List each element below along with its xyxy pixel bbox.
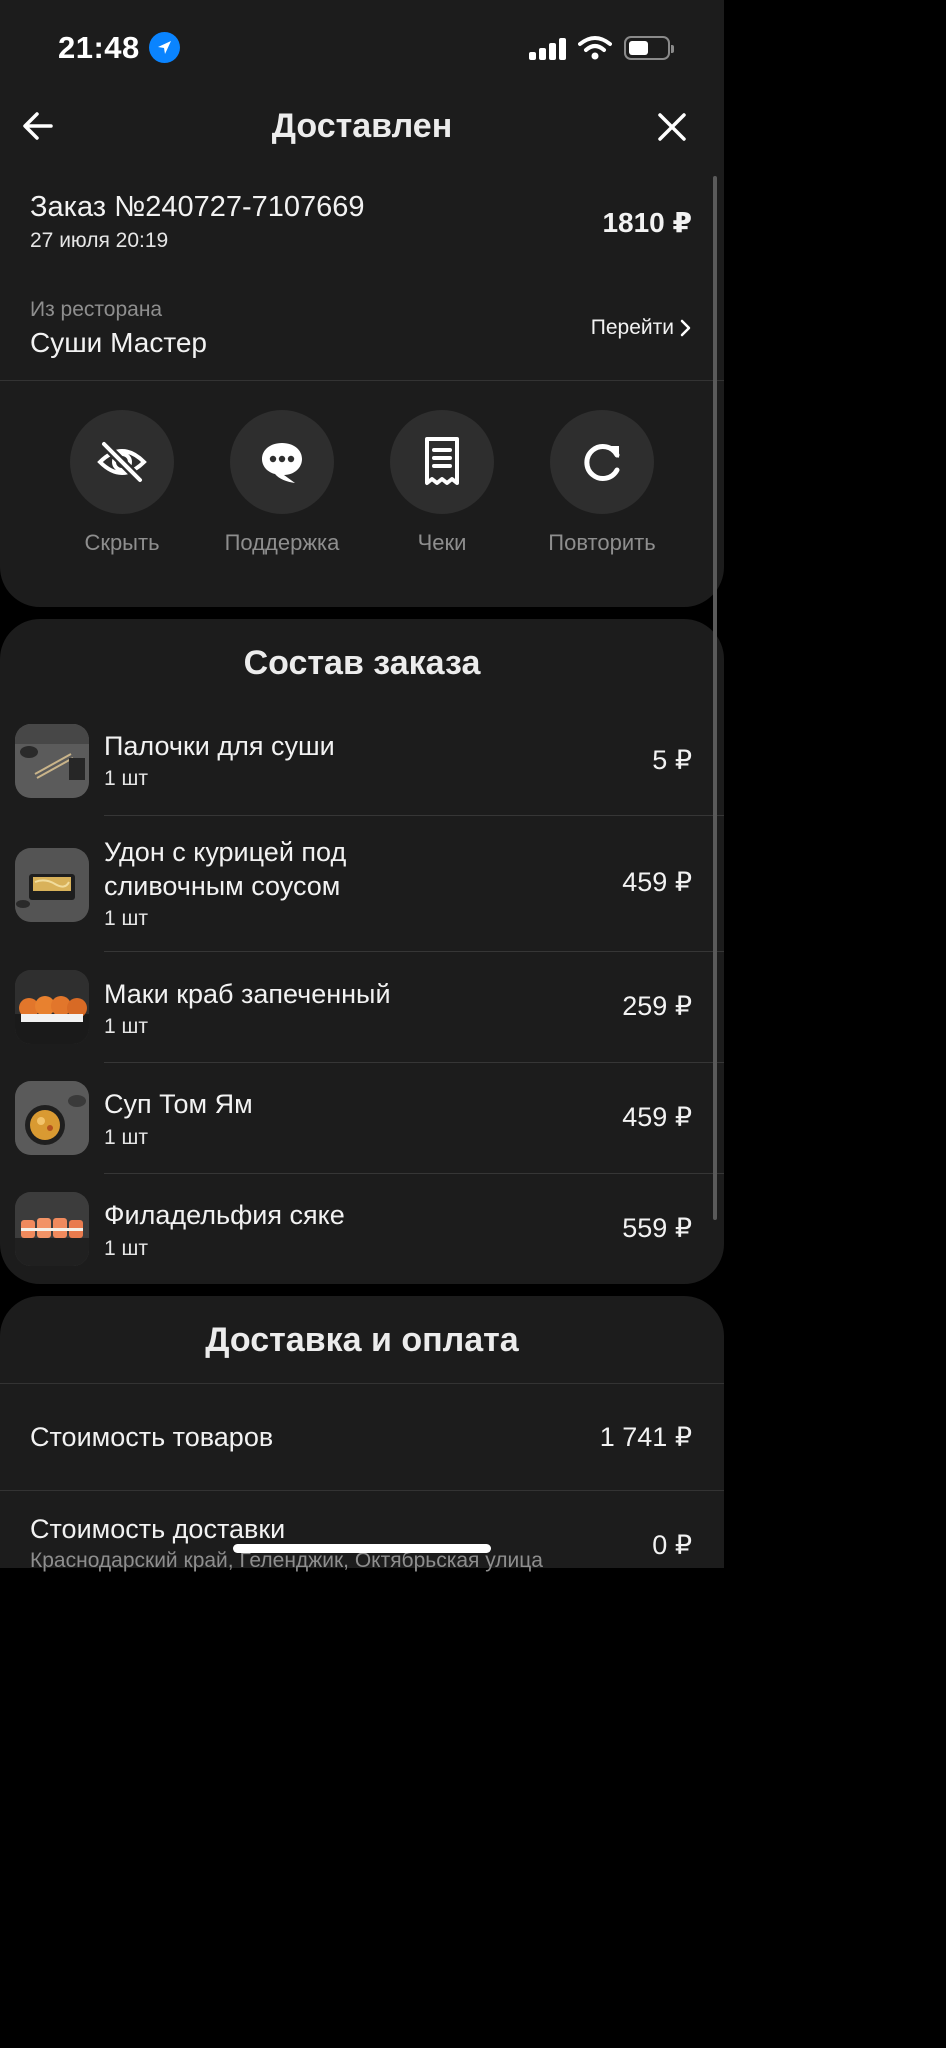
goto-restaurant-link[interactable]: Перейти [591,316,692,340]
item-photo [15,1081,89,1155]
order-total: 1810 ₽ [602,207,692,238]
item-name: Маки краб запеченный [104,979,391,1009]
chevron-right-icon [680,319,691,337]
divider [0,1490,724,1491]
wifi-icon [578,36,612,60]
repeat-order-button[interactable]: Повторить [522,410,682,556]
item-divider [104,951,724,952]
item-name: Палочки для суши [104,731,335,761]
item-name: Филадельфия сяке [104,1200,345,1230]
item-quantity: 1 шт [104,1237,148,1260]
status-bar: 21:48 [0,0,724,96]
goto-label: Перейти [590,316,674,339]
delivery-cost-label: Стоимость доставки [30,1514,286,1544]
hide-button-circle[interactable] [70,410,174,514]
status-time: 21:48 [58,30,140,65]
receipt-icon [425,437,459,485]
item-quantity: 1 шт [104,1126,148,1149]
order-date: 27 июля 20:19 [30,229,169,252]
item-photo [15,1192,89,1266]
section-title-composition: Состав заказа [243,644,481,682]
support-button-circle[interactable] [230,410,334,514]
delivery-cost-value: 0 ₽ [652,1530,692,1560]
repeat-button-circle[interactable] [550,410,654,514]
close-icon[interactable] [655,110,689,144]
item-divider [104,1173,724,1174]
cellular-signal-icon [529,38,567,60]
hide-order-button[interactable]: Скрыть [42,410,202,556]
hide-label: Скрыть [84,530,160,555]
item-name: Суп Том Ям [104,1089,253,1119]
item-photo [15,724,89,798]
item-price: 5 ₽ [652,745,692,775]
receipts-label: Чеки [417,530,467,555]
item-quantity: 1 шт [104,767,148,790]
eye-off-icon [97,439,147,485]
goods-cost-value: 1 741 ₽ [599,1422,692,1452]
support-label: Поддержка [224,530,340,555]
order-number: Заказ №240727-7107669 [30,191,365,223]
item-divider [104,815,724,816]
page-title: Доставлен [271,107,453,145]
divider [0,380,724,381]
item-name-line2: сливочным соусом [104,871,341,901]
item-photo [15,848,89,922]
item-price: 259 ₽ [622,991,692,1021]
home-indicator[interactable] [233,1544,491,1553]
scrollbar[interactable] [713,176,717,1220]
location-arrow-icon [149,32,180,63]
divider [0,1383,724,1384]
receipts-button-circle[interactable] [390,410,494,514]
restaurant-caption: Из ресторана [30,298,163,321]
section-title-delivery: Доставка и оплата [205,1321,519,1359]
item-price: 459 ₽ [622,1102,692,1132]
item-photo [15,970,89,1044]
restaurant-name: Суши Мастер [30,327,207,358]
battery-icon [624,36,674,60]
repeat-label: Повторить [548,530,656,555]
item-quantity: 1 шт [104,907,148,930]
goods-cost-label: Стоимость товаров [30,1422,274,1452]
receipts-button[interactable]: Чеки [362,410,522,556]
support-button[interactable]: Поддержка [202,410,362,556]
item-divider [104,1062,724,1063]
item-quantity: 1 шт [104,1015,148,1038]
refresh-icon [584,444,620,481]
chat-bubble-icon [262,443,302,483]
item-name-line1: Удон с курицей под [104,837,347,867]
item-price: 459 ₽ [622,867,692,897]
item-price: 559 ₽ [622,1213,692,1243]
